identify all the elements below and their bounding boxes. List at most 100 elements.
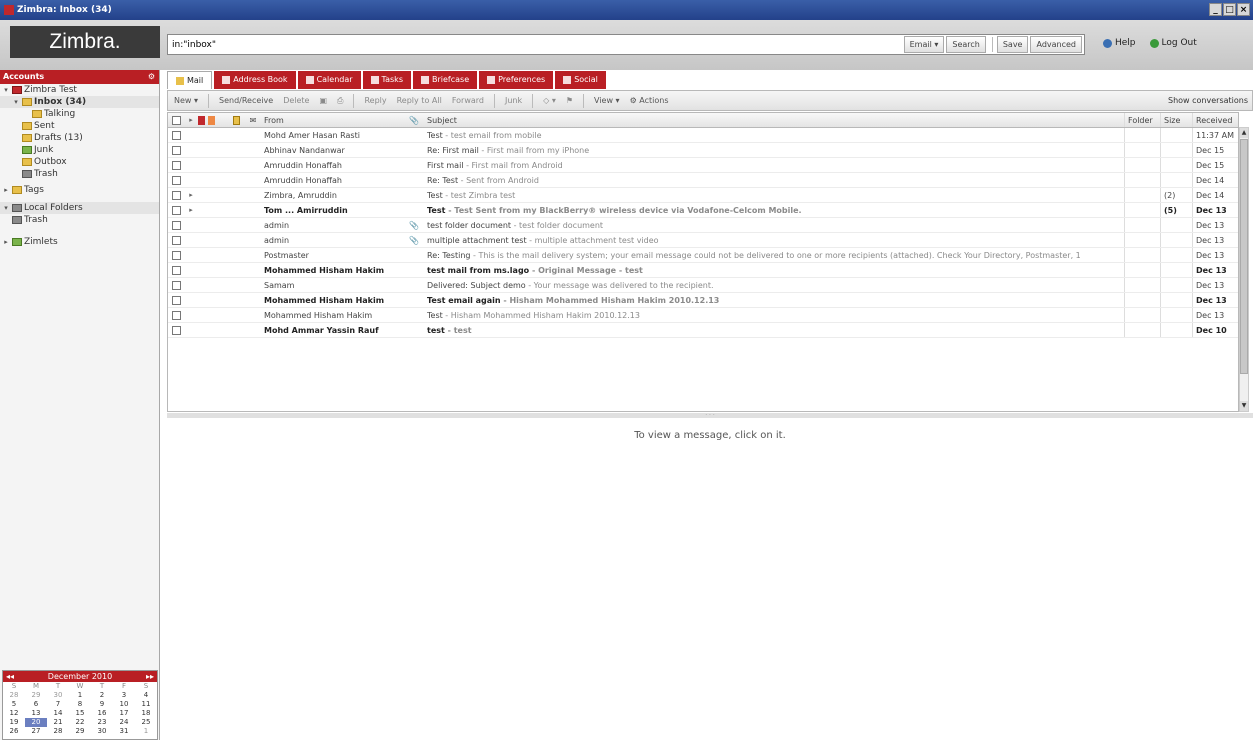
expand-icon[interactable]: ▸ [184, 203, 198, 217]
message-row[interactable]: Samam Delivered: Subject demo - Your mess… [168, 278, 1238, 293]
reply-all-button[interactable]: Reply to All [397, 96, 442, 105]
expand-icon[interactable] [184, 143, 198, 157]
row-checkbox[interactable] [168, 128, 184, 142]
actions-button[interactable]: ⚙ Actions [630, 96, 669, 105]
select-all-checkbox[interactable] [168, 113, 184, 127]
calendar-day[interactable]: 13 [25, 709, 47, 718]
row-flag[interactable] [198, 143, 226, 157]
delete-button[interactable]: Delete [283, 96, 309, 105]
column-subject[interactable]: Subject [424, 113, 1124, 127]
calendar-day[interactable]: 15 [69, 709, 91, 718]
forward-button[interactable]: Forward [452, 96, 484, 105]
expand-icon[interactable]: ▸ [184, 188, 198, 202]
row-flag[interactable] [198, 203, 226, 217]
row-checkbox[interactable] [168, 323, 184, 337]
expand-icon[interactable] [184, 158, 198, 172]
save-search-button[interactable]: Save [996, 36, 1029, 53]
row-tag[interactable] [226, 293, 246, 307]
row-checkbox[interactable] [168, 173, 184, 187]
row-checkbox[interactable] [168, 218, 184, 232]
new-button[interactable]: New ▾ [174, 96, 198, 105]
scroll-up-icon[interactable]: ▲ [1240, 128, 1248, 138]
message-row[interactable]: ▸ Tom ... Amirruddin Test - Test Sent from… [168, 203, 1238, 218]
expand-icon[interactable] [184, 308, 198, 322]
calendar-day[interactable]: 25 [135, 718, 157, 727]
row-checkbox[interactable] [168, 233, 184, 247]
collapse-icon[interactable]: ▾ [2, 202, 10, 214]
calendar-day[interactable]: 20 [25, 718, 47, 727]
junk-button[interactable]: Junk [505, 96, 522, 105]
tab-mail[interactable]: Mail [167, 71, 213, 89]
help-link[interactable]: Help [1103, 38, 1136, 48]
row-flag[interactable] [198, 278, 226, 292]
row-checkbox[interactable] [168, 308, 184, 322]
calendar-day[interactable]: 29 [25, 691, 47, 700]
message-row[interactable]: Abhinav Nandanwar Re: First mail - First … [168, 143, 1238, 158]
tree-junk[interactable]: Junk [0, 144, 159, 156]
expand-icon[interactable] [184, 293, 198, 307]
row-tag[interactable] [226, 143, 246, 157]
row-flag[interactable] [198, 158, 226, 172]
calendar-day[interactable]: 17 [113, 709, 135, 718]
flag-column[interactable] [198, 113, 226, 127]
advanced-search-button[interactable]: Advanced [1030, 36, 1082, 53]
message-row[interactable]: Amruddin Honaffah Re: Test - Sent from An… [168, 173, 1238, 188]
tree-sent[interactable]: Sent [0, 120, 159, 132]
calendar-day[interactable]: 3 [113, 691, 135, 700]
row-flag[interactable] [198, 263, 226, 277]
column-folder[interactable]: Folder [1124, 113, 1160, 127]
tree-subfolder[interactable]: Talking [0, 108, 159, 120]
reply-button[interactable]: Reply [364, 96, 386, 105]
get-mail-button[interactable]: Send/Receive [219, 96, 273, 105]
expand-icon[interactable] [184, 278, 198, 292]
calendar-day[interactable]: 6 [25, 700, 47, 709]
calendar-day[interactable]: 12 [3, 709, 25, 718]
row-flag[interactable] [198, 188, 226, 202]
row-tag[interactable] [226, 308, 246, 322]
search-type-menu[interactable]: Email ▾ [903, 36, 945, 53]
calendar-day[interactable]: 10 [113, 700, 135, 709]
expand-icon[interactable] [184, 173, 198, 187]
message-list-scrollbar[interactable]: ▲ ▼ [1239, 127, 1249, 412]
calendar-day[interactable]: 24 [113, 718, 135, 727]
calendar-day[interactable]: 23 [91, 718, 113, 727]
scroll-down-icon[interactable]: ▼ [1240, 401, 1248, 411]
calendar-day[interactable]: 19 [3, 718, 25, 727]
message-row[interactable]: Mohd Ammar Yassin Rauf test - test Dec 10 [168, 323, 1238, 338]
message-row[interactable]: ▸ Zimbra, Amruddin Test - test Zimbra test… [168, 188, 1238, 203]
tab-briefcase[interactable]: Briefcase [412, 71, 478, 89]
calendar-day[interactable]: 9 [91, 700, 113, 709]
search-button[interactable]: Search [946, 36, 986, 53]
collapse-icon[interactable]: ▾ [12, 96, 20, 108]
flag-icon[interactable]: ⚑ [566, 96, 573, 105]
print-icon[interactable]: ⎙ [337, 96, 343, 106]
row-tag[interactable] [226, 128, 246, 142]
message-row[interactable]: admin 📎 test folder document - test folder… [168, 218, 1238, 233]
row-flag[interactable] [198, 323, 226, 337]
calendar-day[interactable]: 7 [47, 700, 69, 709]
expand-icon[interactable]: ▸ [2, 236, 10, 248]
message-row[interactable]: Mohammed Hisham Hakim Test email again - … [168, 293, 1238, 308]
expand-icon[interactable] [184, 128, 198, 142]
calendar-day[interactable]: 1 [69, 691, 91, 700]
tree-account[interactable]: ▾ Zimbra Test [0, 84, 159, 96]
logout-link[interactable]: Log Out [1149, 38, 1197, 48]
expand-icon[interactable] [184, 248, 198, 262]
tree-inbox[interactable]: ▾ Inbox (34) [0, 96, 159, 108]
calendar-day[interactable]: 30 [91, 727, 113, 736]
row-flag[interactable] [198, 308, 226, 322]
message-row[interactable]: admin 📎 multiple attachment test - multipl… [168, 233, 1238, 248]
row-tag[interactable] [226, 188, 246, 202]
row-tag[interactable] [226, 263, 246, 277]
expand-icon[interactable] [184, 233, 198, 247]
status-column-icon[interactable]: ✉ [246, 113, 260, 127]
message-row[interactable]: Mohd Amer Hasan Rasti Test - test email f… [168, 128, 1238, 143]
row-tag[interactable] [226, 158, 246, 172]
tag-menu-icon[interactable]: ◇ ▾ [543, 96, 556, 105]
tree-outbox[interactable]: Outbox [0, 156, 159, 168]
row-checkbox[interactable] [168, 293, 184, 307]
column-from[interactable]: From [260, 113, 404, 127]
attachment-column-icon[interactable]: 📎 [404, 113, 424, 127]
minimize-icon[interactable]: _ [1209, 3, 1222, 16]
tab-preferences[interactable]: Preferences [479, 71, 554, 89]
